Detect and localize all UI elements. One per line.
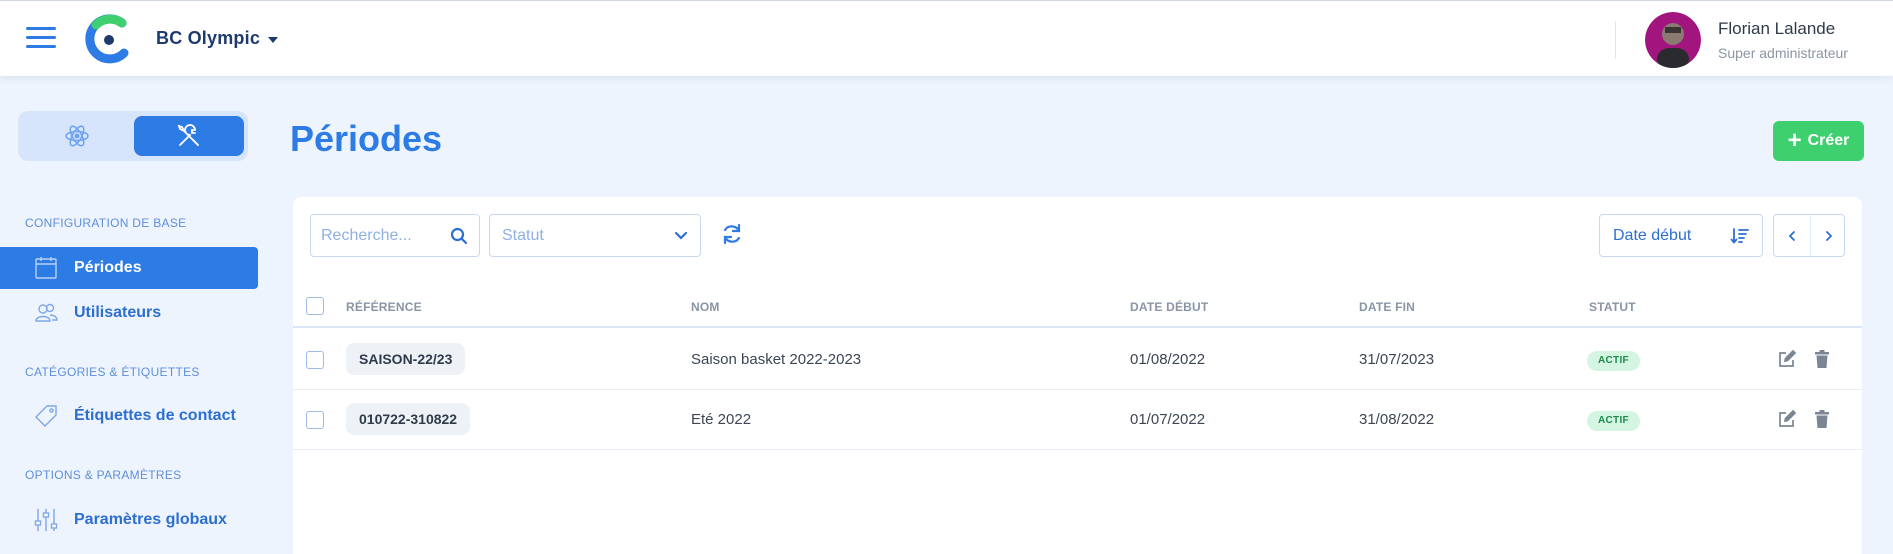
cell-date-debut: 01/07/2022 (1130, 411, 1206, 428)
next-page-button[interactable] (1810, 215, 1846, 256)
column-header-reference[interactable]: RÉFÉRENCE (346, 300, 422, 314)
plus-icon: + (1787, 127, 1802, 154)
cell-nom: Saison basket 2022-2023 (691, 351, 862, 368)
periods-card: Statut Date début RÉFÉRENCE NOM DATE DÉB… (293, 197, 1862, 554)
table-row[interactable]: 010722-310822 Eté 2022 01/07/2022 31/08/… (293, 390, 1862, 450)
cell-nom: Eté 2022 (691, 411, 752, 428)
avatar[interactable] (1645, 12, 1701, 68)
top-bar: BC Olympic Florian Lalande Super adminis… (0, 0, 1893, 76)
trash-icon[interactable] (1812, 349, 1832, 369)
tools-icon (177, 124, 199, 146)
status-select[interactable]: Statut (489, 214, 701, 257)
edit-icon[interactable] (1777, 409, 1797, 429)
search-input[interactable] (321, 225, 441, 247)
chevron-right-icon (1825, 230, 1832, 241)
atom-icon (65, 125, 89, 147)
column-header-date-debut[interactable]: DATE DÉBUT (1130, 300, 1208, 314)
edit-icon[interactable] (1777, 349, 1797, 369)
status-badge: ACTIF (1587, 411, 1640, 431)
chevron-down-icon (674, 231, 688, 240)
select-all-checkbox[interactable] (306, 297, 324, 315)
reference-pill: 010722-310822 (346, 403, 471, 435)
trash-icon[interactable] (1812, 409, 1832, 429)
sidebar-item-etiquettes[interactable]: Étiquettes de contact (0, 395, 258, 437)
create-label: Créer (1807, 132, 1850, 149)
refresh-icon[interactable] (720, 222, 744, 246)
sidebar-item-parametres[interactable]: Paramètres globaux (0, 499, 258, 541)
row-checkbox[interactable] (306, 411, 324, 429)
column-header-nom[interactable]: NOM (691, 300, 720, 314)
mode-switch (18, 111, 248, 161)
cell-date-debut: 01/08/2022 (1130, 351, 1206, 368)
caret-down-icon (268, 36, 279, 43)
sliders-icon (34, 509, 58, 531)
status-placeholder: Statut (502, 227, 544, 244)
table-row[interactable]: SAISON-22/23 Saison basket 2022-2023 01/… (293, 330, 1862, 390)
column-header-date-fin[interactable]: DATE FIN (1359, 300, 1415, 314)
mode-tools-button[interactable] (134, 116, 244, 156)
search-icon[interactable] (449, 226, 469, 246)
row-checkbox[interactable] (306, 351, 324, 369)
sidebar-item-periodes[interactable]: Périodes (0, 247, 258, 289)
user-role: Super administrateur (1718, 45, 1848, 61)
pager (1773, 214, 1845, 257)
sidebar-item-label: Paramètres globaux (74, 511, 227, 528)
sort-label: Date début (1613, 227, 1692, 244)
column-header-statut[interactable]: STATUT (1589, 300, 1636, 314)
sidebar-item-label: Utilisateurs (74, 304, 162, 321)
table-header: RÉFÉRENCE NOM DATE DÉBUT DATE FIN STATUT (293, 284, 1862, 328)
sort-descending-icon[interactable] (1730, 226, 1750, 246)
calendar-icon (35, 257, 57, 279)
reference-pill: SAISON-22/23 (346, 343, 466, 375)
club-selector[interactable]: BC Olympic (156, 28, 279, 49)
previous-page-button[interactable] (1774, 215, 1810, 256)
sidebar-item-label: Périodes (74, 259, 142, 276)
section-title-options: OPTIONS & PARAMÈTRES (25, 468, 182, 482)
create-button[interactable]: + Créer (1773, 121, 1864, 161)
section-title-categories: CATÉGORIES & ÉTIQUETTES (25, 365, 200, 379)
tag-icon (35, 405, 57, 427)
section-title-config: CONFIGURATION DE BASE (25, 216, 187, 230)
page-title: Périodes (290, 118, 443, 159)
sidebar-item-utilisateurs[interactable]: Utilisateurs (0, 292, 258, 334)
search-box (310, 214, 480, 257)
header-divider (1615, 21, 1616, 59)
chevron-left-icon (1788, 230, 1795, 241)
sort-select[interactable]: Date début (1599, 214, 1763, 257)
club-name: BC Olympic (156, 28, 261, 48)
cell-date-fin: 31/08/2022 (1359, 411, 1435, 428)
sidebar-item-label: Étiquettes de contact (74, 407, 236, 424)
mode-atom-button[interactable] (22, 116, 132, 156)
cell-date-fin: 31/07/2023 (1359, 351, 1435, 368)
app-logo-icon[interactable] (82, 13, 134, 65)
user-name: Florian Lalande (1718, 19, 1836, 38)
status-badge: ACTIF (1587, 351, 1640, 371)
users-icon (35, 303, 58, 322)
hamburger-menu-icon[interactable] (26, 27, 56, 49)
